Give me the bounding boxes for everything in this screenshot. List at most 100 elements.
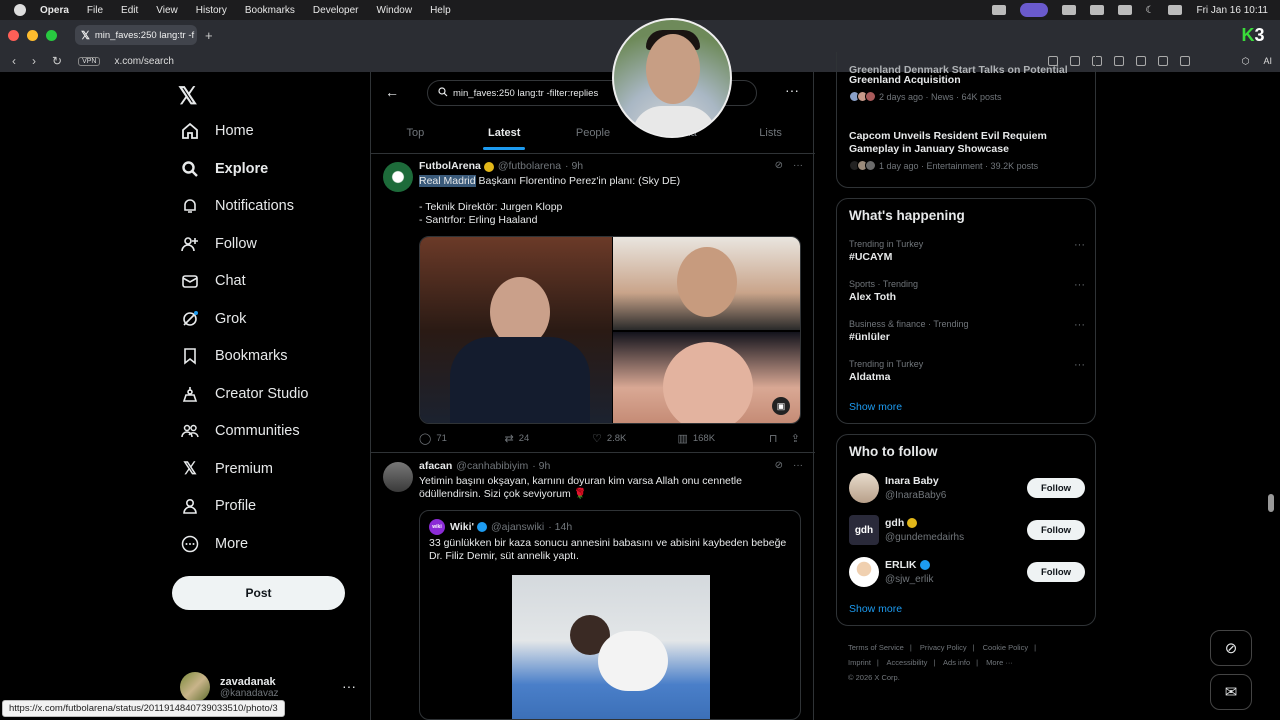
status-icon[interactable] [991, 5, 1006, 15]
tweet-author-name[interactable]: afacan [419, 460, 452, 473]
menu-bookmarks[interactable]: Bookmarks [245, 5, 295, 16]
browser-tab-active[interactable]: 𝕏 min_faves:250 lang:tr -f [75, 25, 197, 45]
avatar[interactable] [383, 162, 413, 192]
screen-record-icon[interactable] [1019, 3, 1048, 17]
account-more-icon[interactable]: ··· [342, 678, 356, 694]
forward-icon[interactable]: › [32, 54, 36, 68]
avatar[interactable] [849, 557, 879, 587]
trend-item[interactable]: Trending in Turkey Aldatma ··· [849, 359, 1085, 383]
footer-ads-link[interactable]: Ads info [943, 658, 970, 667]
news-item[interactable]: Greenland Denmark Start Talks on Potenti… [849, 64, 1085, 102]
tweet-text-highlight[interactable]: Real Madrid [419, 175, 476, 187]
follow-button[interactable]: Follow [1027, 520, 1085, 540]
nav-home[interactable]: Home [180, 116, 254, 146]
menu-help[interactable]: Help [430, 5, 451, 16]
post-button[interactable]: Post [172, 576, 345, 610]
suggestion-name[interactable]: Inara Baby [885, 475, 939, 487]
menu-icon[interactable] [1158, 56, 1168, 66]
repost-button[interactable]: ⇄ 24 [504, 432, 591, 445]
scrollbar-thumb[interactable] [1268, 494, 1274, 512]
menu-app-name[interactable]: Opera [40, 5, 69, 16]
account-icon[interactable] [1180, 56, 1190, 66]
trend-item[interactable]: Business & finance · Trending #ünlüler ·… [849, 319, 1085, 343]
media-photo[interactable] [613, 237, 800, 330]
menubar-clock[interactable]: Fri Jan 16 10:11 [1196, 5, 1268, 16]
follow-button[interactable]: Follow [1027, 478, 1085, 498]
tweet-more-icon[interactable]: ··· [793, 160, 803, 171]
back-icon[interactable]: ‹ [12, 54, 16, 68]
keyboard-icon[interactable] [1089, 5, 1104, 15]
footer-more-link[interactable]: More ··· [986, 658, 1013, 667]
nav-premium[interactable]: 𝕏 Premium [180, 454, 273, 484]
control-center-icon[interactable] [1168, 5, 1183, 15]
suggestion-name[interactable]: ERLIK [885, 559, 917, 571]
like-button[interactable]: ♡ 2.8K [592, 432, 677, 445]
menu-history[interactable]: History [196, 5, 227, 16]
follow-button[interactable]: Follow [1027, 562, 1085, 582]
dark-mode-icon[interactable]: ☾ [1146, 5, 1155, 16]
tweet-author-handle[interactable]: @canhabibiyim [456, 460, 528, 473]
trend-more-icon[interactable]: ··· [1074, 359, 1085, 371]
trend-more-icon[interactable]: ··· [1074, 279, 1085, 291]
tweet-time[interactable]: · 9h [565, 160, 583, 173]
grok-icon[interactable]: ⊘ [775, 460, 783, 471]
tweet-time[interactable]: · 9h [532, 460, 550, 473]
vpn-badge[interactable]: VPN [78, 56, 101, 66]
messages-floating-button[interactable]: ✉ [1210, 674, 1252, 710]
search-more-icon[interactable]: ··· [785, 82, 799, 98]
trend-more-icon[interactable]: ··· [1074, 319, 1085, 331]
menu-view[interactable]: View [156, 5, 178, 16]
footer-accessibility-link[interactable]: Accessibility [887, 658, 928, 667]
grok-floating-button[interactable]: ⊘ [1210, 630, 1252, 666]
trend-item[interactable]: Sports · Trending Alex Toth ··· [849, 279, 1085, 303]
share-button[interactable]: ⇪ [791, 432, 805, 445]
menu-file[interactable]: File [87, 5, 103, 16]
quoted-media-photo[interactable] [512, 575, 710, 719]
nav-profile[interactable]: Profile [180, 491, 256, 521]
tab-latest[interactable]: Latest [460, 116, 549, 150]
tweet-author-handle[interactable]: @futbolarena [498, 160, 561, 173]
footer-cookie-link[interactable]: Cookie Policy [983, 643, 1028, 652]
close-window-button[interactable] [8, 29, 19, 41]
bookmark-button[interactable]: ⊓ [769, 432, 791, 445]
extension-icon[interactable] [1061, 5, 1076, 15]
menu-window[interactable]: Window [377, 5, 413, 16]
suggestion-name[interactable]: gdh [885, 517, 904, 529]
news-item[interactable]: Capcom Unveils Resident Evil Requiem Gam… [849, 130, 1085, 171]
nav-creator-studio[interactable]: Creator Studio [180, 379, 309, 409]
minimize-window-button[interactable] [27, 29, 38, 41]
follow-suggestion[interactable]: ERLIK @sjw_erlik Follow [849, 557, 1085, 589]
grok-icon[interactable]: ⊘ [775, 160, 783, 171]
ai-label[interactable]: AI [1263, 56, 1272, 67]
back-arrow-icon[interactable]: ← [385, 84, 399, 100]
tab-lists[interactable]: Lists [726, 116, 815, 150]
nav-communities[interactable]: Communities [180, 416, 300, 446]
follow-suggestion[interactable]: gdh gdh @gundemedairhs Follow [849, 515, 1085, 547]
media-photo[interactable] [420, 237, 612, 423]
heart-icon[interactable] [1136, 56, 1146, 66]
views-button[interactable]: ▥ 168K [677, 432, 768, 445]
send-icon[interactable] [1114, 56, 1124, 66]
tweet-more-icon[interactable]: ··· [793, 460, 803, 471]
ai-button[interactable]: ⬡ AI [1242, 56, 1272, 67]
avatar[interactable] [383, 462, 413, 492]
trend-item[interactable]: Trending in Turkey #UCAYM ··· [849, 239, 1085, 263]
menu-developer[interactable]: Developer [313, 5, 359, 16]
nav-more[interactable]: More [180, 529, 248, 559]
reply-button[interactable]: ◯ 71 [419, 432, 504, 445]
nav-follow[interactable]: Follow [180, 229, 257, 259]
nav-bookmarks[interactable]: Bookmarks [180, 341, 288, 371]
tweet-media-grid[interactable]: ▣ [419, 236, 801, 424]
x-logo-icon[interactable]: 𝕏 [178, 82, 197, 111]
reload-icon[interactable]: ↻ [52, 54, 62, 68]
apple-icon[interactable] [14, 4, 26, 16]
menu-edit[interactable]: Edit [121, 5, 138, 16]
footer-privacy-link[interactable]: Privacy Policy [920, 643, 967, 652]
footer-terms-link[interactable]: Terms of Service [848, 643, 904, 652]
avatar[interactable] [849, 473, 879, 503]
nav-chat[interactable]: Chat [180, 266, 246, 296]
tweet-author-name[interactable]: FutbolArena [419, 160, 481, 173]
zoom-window-button[interactable] [46, 29, 57, 41]
nav-grok[interactable]: Grok [180, 304, 246, 334]
tab-people[interactable]: People [549, 116, 638, 150]
